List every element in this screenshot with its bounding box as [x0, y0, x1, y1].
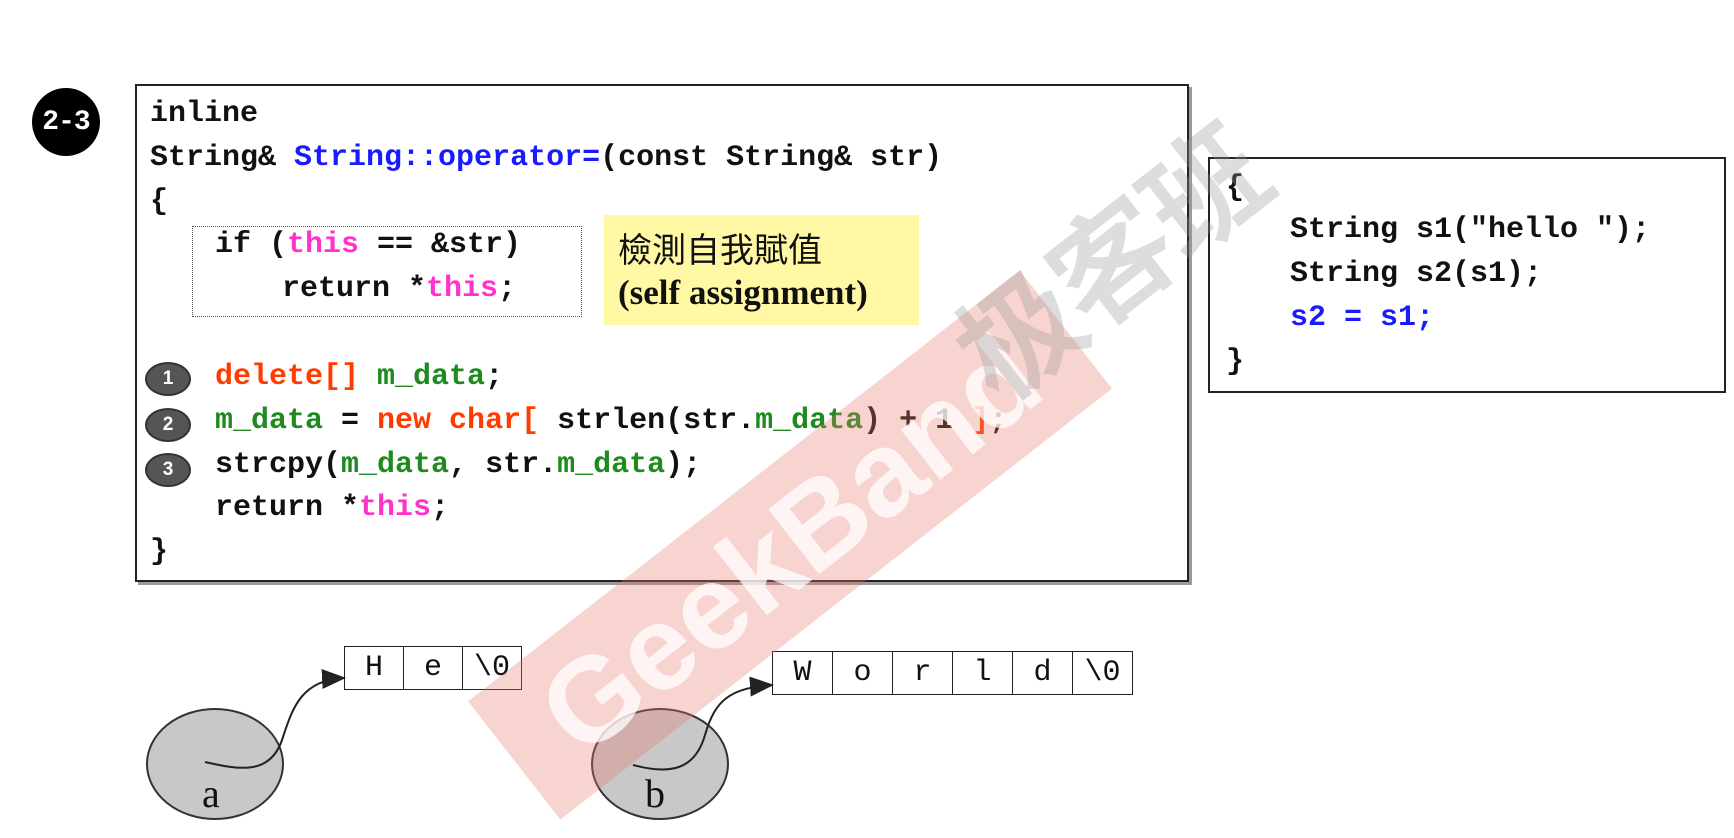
- array-b: W o r l d \0: [772, 651, 1133, 695]
- object-a-label: a: [202, 771, 220, 816]
- array-a: H e \0: [344, 646, 522, 690]
- memory-diagram: [146, 669, 774, 820]
- object-b-label: b: [645, 771, 665, 816]
- array-cell: \0: [473, 651, 510, 685]
- array-cell: e: [404, 647, 463, 689]
- array-cell: l: [953, 652, 1013, 694]
- array-cell: H: [345, 647, 404, 689]
- array-cell: d: [1013, 652, 1073, 694]
- array-cell: r: [893, 652, 953, 694]
- array-cell: \0: [1084, 656, 1121, 690]
- array-cell: W: [773, 652, 833, 694]
- array-cell: o: [833, 652, 893, 694]
